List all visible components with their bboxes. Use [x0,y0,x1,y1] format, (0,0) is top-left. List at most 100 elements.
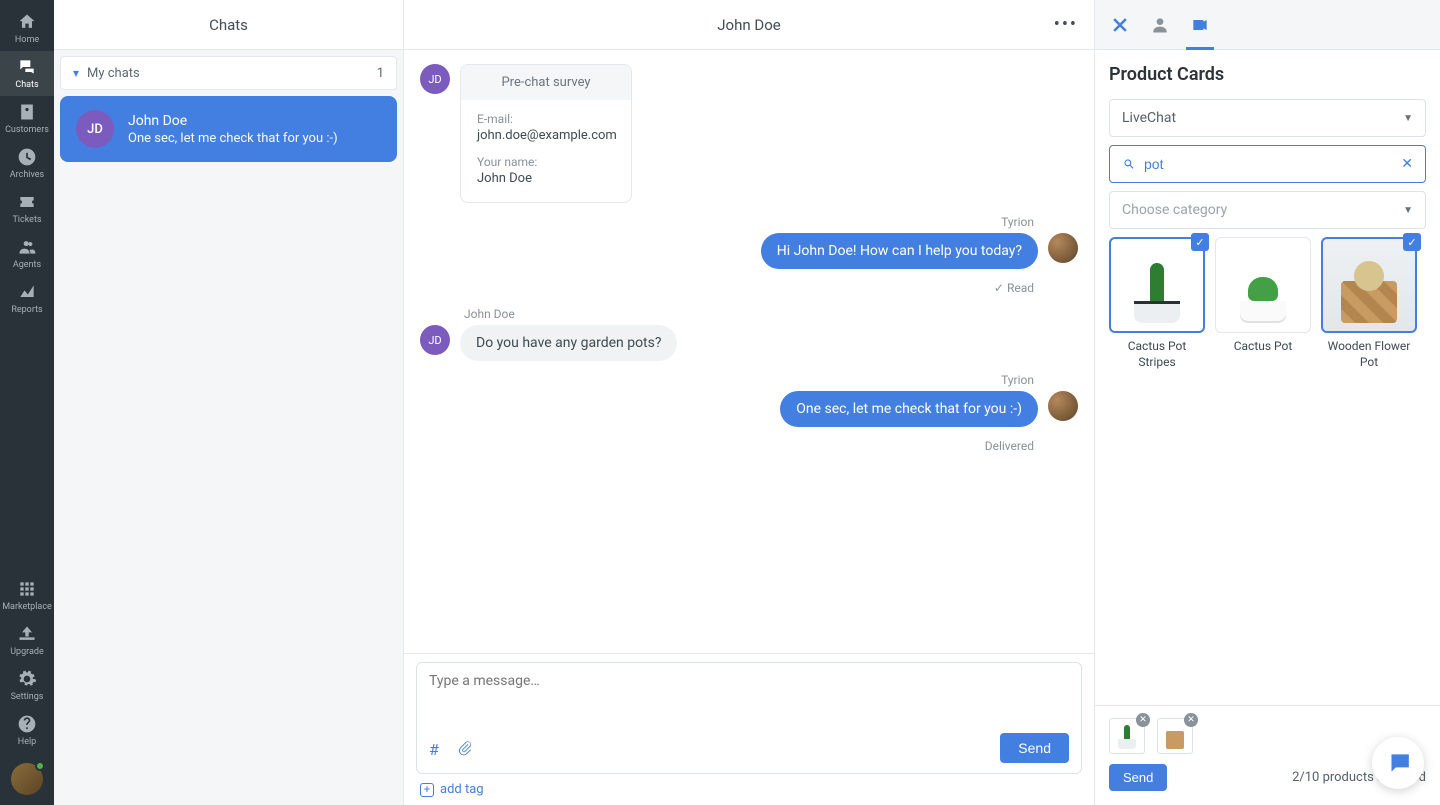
plus-icon: + [420,783,434,797]
visitor-avatar-small: JD [420,64,450,94]
store-select[interactable]: LiveChat ▼ [1109,99,1426,137]
conversation-body: JD Pre-chat survey E-mail: john.doe@exam… [404,50,1094,653]
agent-message-row: Hi John Doe! How can I help you today? [420,233,1078,269]
agent-avatar [1048,233,1078,263]
my-chats-count: 1 [377,66,384,81]
product-search-input-wrap: ✕ [1109,145,1426,183]
nav-tickets-label: Tickets [12,215,41,225]
nav-rail: Home Chats Customers Archives Tickets Ag… [0,0,54,805]
nav-upgrade[interactable]: Upgrade [0,618,54,663]
product-card[interactable]: ✓ Cactus Pot Stripes [1109,237,1205,370]
survey-title: Pre-chat survey [461,65,631,100]
selected-product-thumb[interactable]: ✕ [1157,718,1193,754]
panel-title: Product Cards [1109,64,1426,85]
product-name: Wooden Flower Pot [1321,339,1417,370]
conversation-header: John Doe ••• [404,0,1094,50]
category-select[interactable]: Choose category ▼ [1109,191,1426,229]
chat-list-item[interactable]: JD John Doe One sec, let me check that f… [60,96,397,162]
search-icon [1122,157,1136,171]
survey-name-value: John Doe [477,171,615,186]
product-search-input[interactable] [1144,156,1401,172]
message-input[interactable] [429,673,1069,723]
product-cards-panel: Product Cards LiveChat ▼ ✕ Choose catego… [1094,0,1440,805]
survey-email-label: E-mail: [477,112,615,126]
nav-upgrade-label: Upgrade [10,647,44,657]
prechat-survey-card: Pre-chat survey E-mail: john.doe@example… [460,64,632,203]
nav-reports[interactable]: Reports [0,276,54,321]
agent-avatar-2 [1048,391,1078,421]
product-thumb [1215,237,1311,333]
visitor-message-bubble: Do you have any garden pots? [460,325,677,361]
chevron-down-icon: ▼ [1403,113,1413,124]
check-icon: ✓ [1403,233,1421,251]
panel-tabs [1095,0,1440,50]
chat-list-column: Chats ▾ My chats 1 JD John Doe One sec, … [54,0,404,805]
visitor-name-meta: John Doe [464,307,1078,321]
nav-help-label: Help [18,737,36,747]
clear-search-icon[interactable]: ✕ [1401,156,1413,172]
remove-icon[interactable]: ✕ [1184,713,1198,727]
product-thumb [1321,237,1417,333]
delivered-status: Delivered [420,439,1034,453]
floating-chat-widget[interactable] [1372,737,1424,789]
hash-icon[interactable]: # [429,740,445,756]
nav-reports-label: Reports [11,305,42,315]
chat-item-preview: One sec, let me check that for you :-) [128,131,338,146]
chat-item-name: John Doe [128,113,338,129]
tab-product-cards[interactable] [1189,14,1211,36]
product-card[interactable]: Cactus Pot [1215,237,1311,370]
nav-home-label: Home [15,35,39,45]
conversation-column: John Doe ••• JD Pre-chat survey E-mail: … [404,0,1094,805]
check-icon: ✓ [1191,233,1209,251]
nav-customers[interactable]: Customers [0,96,54,141]
add-tag-button[interactable]: + add tag [416,774,1082,805]
nav-marketplace-label: Marketplace [2,602,52,612]
conversation-title: John Doe [717,16,780,34]
product-card[interactable]: ✓ Wooden Flower Pot [1321,237,1417,370]
nav-tickets[interactable]: Tickets [0,186,54,231]
product-name: Cactus Pot Stripes [1109,339,1205,370]
attachment-icon[interactable] [457,740,473,756]
nav-home[interactable]: Home [0,6,54,51]
survey-email-value: john.doe@example.com [477,128,615,143]
status-dot-online [35,761,45,771]
nav-agents[interactable]: Agents [0,231,54,276]
chevron-down-icon: ▾ [73,66,79,80]
tab-customer-details[interactable] [1149,14,1171,36]
visitor-message-row: JD Do you have any garden pots? [420,325,1078,361]
nav-chats-label: Chats [15,80,38,90]
nav-archives[interactable]: Archives [0,141,54,186]
survey-name-label: Your name: [477,155,615,169]
compose-area: # Send + add tag [404,653,1094,805]
nav-chats[interactable]: Chats [0,51,54,96]
nav-settings[interactable]: Settings [0,663,54,708]
my-chats-section[interactable]: ▾ My chats 1 [60,56,397,90]
agent-message-bubble: Hi John Doe! How can I help you today? [761,233,1038,269]
product-thumb [1109,237,1205,333]
compose-box: # Send [416,662,1082,774]
agent-message-bubble-2: One sec, let me check that for you :-) [780,391,1038,427]
read-status: ✓ Read [420,281,1034,295]
nav-help[interactable]: Help [0,708,54,753]
close-panel-icon[interactable] [1109,14,1131,36]
more-icon[interactable]: ••• [1054,14,1078,35]
store-select-value: LiveChat [1122,110,1176,126]
remove-icon[interactable]: ✕ [1136,713,1150,727]
nav-archives-label: Archives [10,170,44,180]
nav-customers-label: Customers [5,125,49,135]
send-button[interactable]: Send [1000,733,1069,763]
agent-name-meta: Tyrion [420,215,1034,229]
selected-product-thumb[interactable]: ✕ [1109,718,1145,754]
nav-marketplace[interactable]: Marketplace [0,573,54,618]
add-tag-label: add tag [440,782,484,797]
visitor-avatar: JD [76,110,114,148]
survey-row: JD Pre-chat survey E-mail: john.doe@exam… [420,64,1078,203]
category-placeholder: Choose category [1122,202,1227,218]
agent-message-row-2: One sec, let me check that for you :-) [420,391,1078,427]
agent-name-meta-2: Tyrion [420,373,1034,387]
chat-list-title: Chats [54,0,403,50]
send-products-button[interactable]: Send [1109,764,1167,791]
nav-profile-avatar[interactable] [11,763,43,795]
product-grid: ✓ Cactus Pot Stripes Cactus Pot ✓ Wooden… [1109,237,1426,370]
chevron-down-icon: ▼ [1403,205,1413,216]
